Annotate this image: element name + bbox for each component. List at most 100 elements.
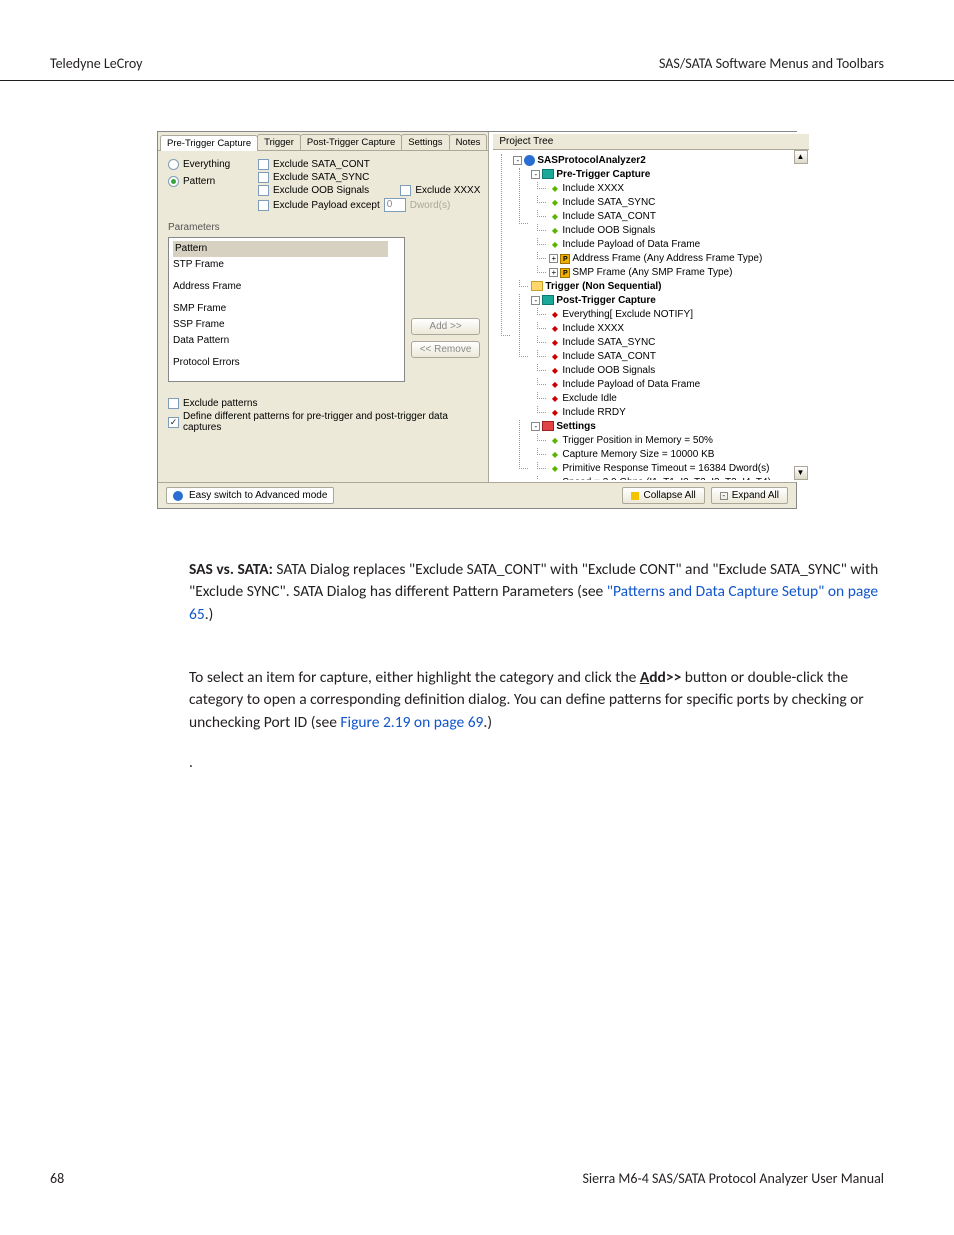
tree-item[interactable]: Everything[ Exclude NOTIFY] [562, 309, 693, 320]
diamond-icon [549, 239, 560, 250]
expand-all-button[interactable]: - Expand All [711, 487, 788, 504]
check-exclude-oob[interactable] [258, 185, 269, 196]
dialog-window: Pre-Trigger Capture Trigger Post-Trigger… [157, 131, 797, 509]
tree-item[interactable]: Include SATA_SYNC [562, 337, 655, 348]
list-item[interactable]: Pattern [173, 241, 388, 257]
parameters-label: Parameters [168, 222, 480, 233]
tree-item[interactable]: Include SATA_SYNC [562, 197, 655, 208]
expand-toggle[interactable]: - [513, 156, 522, 165]
p-icon: P [560, 268, 570, 278]
page-header: Teledyne LeCroy SAS/SATA Software Menus … [0, 0, 954, 81]
tab-settings[interactable]: Settings [401, 134, 449, 150]
check-exclude-patterns[interactable] [168, 398, 179, 409]
diamond-icon [549, 463, 560, 474]
tree-item[interactable]: Include RRDY [562, 407, 625, 418]
folder-icon [542, 421, 554, 431]
check-exclude-sata-cont[interactable] [258, 159, 269, 170]
label-dwords: Dword(s) [410, 200, 451, 211]
collapse-icon [631, 492, 639, 500]
label-define-different: Define different patterns for pre-trigge… [183, 411, 480, 433]
link-figure-219[interactable]: Figure 2.19 on page 69 [340, 713, 483, 732]
list-item[interactable]: Protocol Errors [173, 355, 400, 371]
expand-toggle[interactable]: - [531, 170, 540, 179]
check-exclude-sata-sync[interactable] [258, 172, 269, 183]
radio-pattern-label: Pattern [183, 176, 215, 187]
tab-trigger[interactable]: Trigger [257, 134, 301, 150]
project-tree-title: Project Tree [493, 134, 808, 150]
tree-item[interactable]: Capture Memory Size = 10000 KB [562, 449, 714, 460]
tree-item[interactable]: Include OOB Signals [562, 225, 655, 236]
check-exclude-xxxx[interactable] [400, 185, 411, 196]
tree-item[interactable]: Include SATA_CONT [562, 351, 656, 362]
label-exclude-payload: Exclude Payload except [273, 200, 380, 211]
list-item[interactable]: SSP Frame [173, 317, 400, 333]
tab-post-trigger[interactable]: Post-Trigger Capture [300, 134, 402, 150]
tree-settings[interactable]: Settings [556, 421, 595, 432]
diamond-icon [549, 337, 560, 348]
remove-button[interactable]: << Remove [411, 341, 481, 358]
tree-item[interactable]: Include XXXX [562, 323, 624, 334]
diamond-icon [549, 183, 560, 194]
tree-root[interactable]: SASProtocolAnalyzer2 [537, 155, 645, 166]
label-exclude-patterns: Exclude patterns [183, 398, 258, 409]
diamond-icon [549, 225, 560, 236]
tree-item[interactable]: Address Frame (Any Address Frame Type) [572, 253, 762, 264]
tree-trigger[interactable]: Trigger (Non Sequential) [545, 281, 661, 292]
list-item[interactable]: Data Pattern [173, 333, 400, 349]
list-item[interactable]: STP Frame [173, 257, 400, 273]
scroll-down-button[interactable]: ▼ [794, 466, 808, 480]
collapse-all-button[interactable]: Collapse All [622, 487, 704, 504]
p2-tail: .) [483, 713, 492, 732]
add-button[interactable]: Add >> [411, 318, 481, 335]
tree-item[interactable]: Primitive Response Timeout = 16384 Dword… [562, 463, 769, 474]
header-left: Teledyne LeCroy [50, 55, 143, 72]
diamond-icon [549, 309, 560, 320]
expand-toggle[interactable]: + [549, 254, 558, 263]
label-exclude-xxxx: Exclude XXXX [415, 185, 480, 196]
tree-item[interactable]: SMP Frame (Any SMP Frame Type) [572, 267, 732, 278]
easy-switch-button[interactable]: Easy switch to Advanced mode [166, 487, 334, 504]
tab-notes[interactable]: Notes [449, 134, 488, 150]
check-exclude-payload[interactable] [258, 200, 269, 211]
radio-pattern[interactable] [168, 176, 179, 187]
expand-all-label: Expand All [732, 490, 779, 501]
check-define-different[interactable]: ✓ [168, 417, 179, 428]
radio-everything-label: Everything [183, 159, 230, 170]
tree-pre-trigger[interactable]: Pre-Trigger Capture [556, 169, 650, 180]
expand-toggle[interactable]: - [531, 296, 540, 305]
radio-everything[interactable] [168, 159, 179, 170]
list-item[interactable]: Address Frame [173, 279, 400, 295]
tree-item[interactable]: Exclude Idle [562, 393, 616, 404]
tree-item[interactable]: Include OOB Signals [562, 365, 655, 376]
p2-text-a: To select an item for capture, either hi… [189, 668, 640, 687]
diamond-icon [549, 197, 560, 208]
expand-icon: - [720, 492, 728, 500]
parameters-listbox[interactable]: Pattern STP Frame Address Frame SMP Fram… [168, 237, 405, 382]
body-text: SAS vs. SATA: SATA Dialog replaces "Excl… [189, 559, 884, 775]
diamond-icon [549, 351, 560, 362]
sas-vs-sata-label: SAS vs. SATA: [189, 560, 273, 579]
diamond-icon [549, 365, 560, 376]
manual-title: Sierra M6-4 SAS/SATA Protocol Analyzer U… [582, 1170, 884, 1187]
tree-post-trigger[interactable]: Post-Trigger Capture [556, 295, 655, 306]
page-number: 68 [50, 1170, 64, 1187]
header-right: SAS/SATA Software Menus and Toolbars [659, 55, 884, 72]
project-tree[interactable]: - SASProtocolAnalyzer2 - Pre-Trigger Captu… [493, 150, 808, 480]
expand-toggle[interactable]: - [531, 422, 540, 431]
tree-item[interactable]: Include Payload of Data Frame [562, 379, 700, 390]
tree-item[interactable]: Trigger Position in Memory = 50% [562, 435, 713, 446]
add-bold: dd>> [649, 668, 681, 687]
tree-item[interactable]: Speed = 3.0 Gbps (I1, T1, I2, T2, I3, T3… [562, 477, 771, 480]
tree-item[interactable]: Include XXXX [562, 183, 624, 194]
tree-item[interactable]: Include Payload of Data Frame [562, 239, 700, 250]
list-item[interactable]: SMP Frame [173, 301, 400, 317]
project-tree-pane: Project Tree ▲ -SASProtocolAnalyzer2 -Pr… [488, 132, 808, 482]
diamond-icon [549, 449, 560, 460]
expand-toggle[interactable]: + [549, 268, 558, 277]
folder-icon [542, 169, 554, 179]
tab-pre-trigger[interactable]: Pre-Trigger Capture [160, 135, 258, 151]
diamond-icon [549, 379, 560, 390]
tree-item[interactable]: Include SATA_CONT [562, 211, 656, 222]
diamond-icon [549, 477, 560, 480]
payload-dword-input[interactable]: 0 [384, 198, 406, 212]
